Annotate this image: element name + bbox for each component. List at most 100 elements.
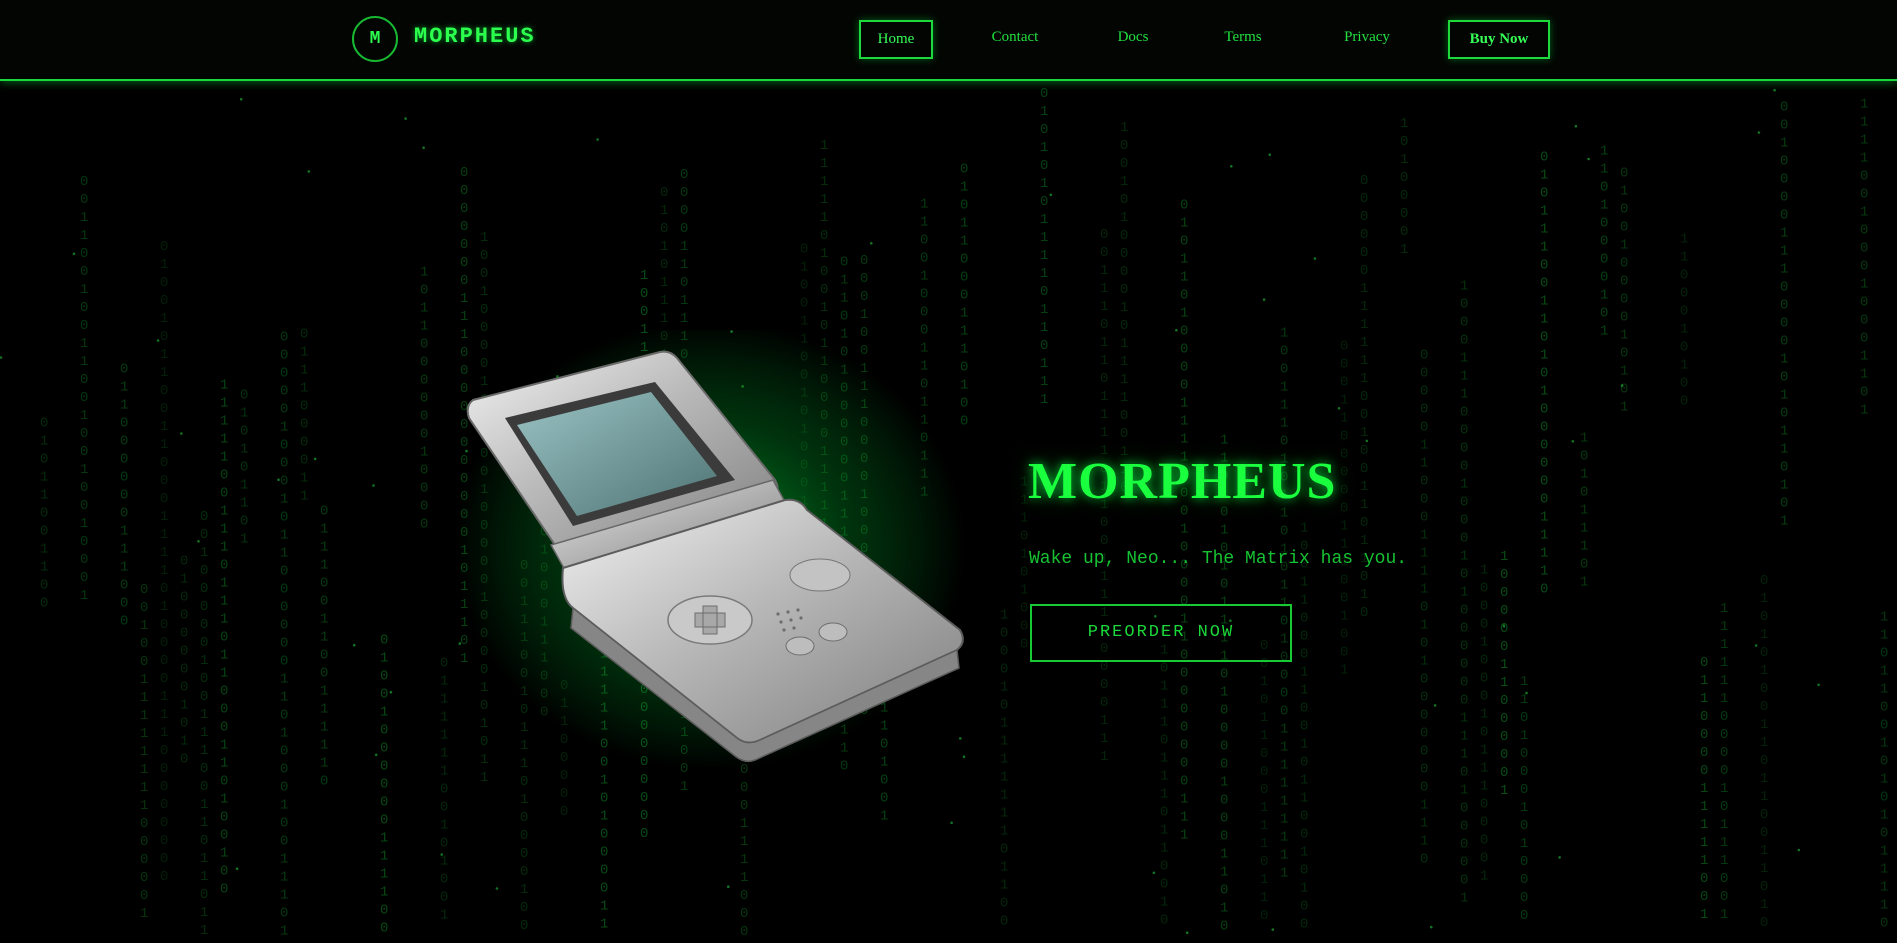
rain-column: 001000011100001010110101 [1780,100,1788,530]
rain-dot [235,867,239,870]
rain-dot [352,643,356,647]
nav-contact[interactable]: Contact [975,20,1055,55]
rain-column: 1100010100 [1680,231,1688,409]
preorder-now-button[interactable]: PREORDER NOW [1030,604,1292,662]
rain-dot [1571,440,1575,443]
rain-dot [1433,704,1437,707]
rain-column: 011111100101001 [440,655,448,923]
rain-dot [72,252,76,256]
rain-column: 010101101 [240,388,248,548]
rain-column: 0010011111111000001 [140,582,148,922]
rain-column: 0010110001110110 [1260,638,1268,924]
rain-column: 100101000010111100110 [1120,120,1128,496]
rain-column: 010000001010 [180,553,188,767]
rain-dot [1525,691,1528,695]
rain-dot [950,821,953,825]
brand-name[interactable]: MORPHEUS [414,24,536,49]
rain-dot [1574,124,1578,128]
rain-column: 010101011110110111 [1040,86,1048,408]
top-navigation-bar: M MORPHEUS Home Contact Docs Terms Priva… [0,0,1897,81]
rain-dot [1049,193,1053,197]
handheld-console-image [455,330,965,770]
rain-column: 01011001100 [40,415,48,611]
rain-dot [239,97,243,101]
rain-dot [1754,644,1758,647]
rain-dot [596,138,599,141]
rain-column: 01010100110110011010 [1760,573,1768,931]
rain-dot [1271,928,1275,931]
rain-column: 010110100001111000100001100000000111 [1180,197,1188,843]
nav-home[interactable]: Home [859,20,933,59]
rain-column: 100010111111101100 [1000,608,1008,930]
rain-column: 10000011000001 [1500,549,1508,799]
rain-dot [1502,624,1506,627]
rain-dot [0,356,3,359]
rain-column: 101011101 [1580,431,1588,591]
rain-dot [1152,871,1156,875]
rain-dot [197,540,200,543]
buy-now-button[interactable]: Buy Now [1448,20,1550,59]
rain-column: 11111001110111011000110100100 [220,378,228,898]
rain-dot [440,853,444,856]
rain-column: 111111000010111001 [1720,601,1728,923]
rain-column: 011000000111000 [120,361,128,629]
nav-docs[interactable]: Docs [1103,20,1163,55]
rain-column: 10011000110010110010100 [1300,521,1308,933]
rain-dot [1558,856,1561,859]
rain-column: 101100000010000 [420,264,428,532]
rain-dot [495,887,499,890]
rain-column: 0111000011 [300,326,308,504]
rain-column: 011000011111001 [1700,655,1708,923]
rain-dot [156,339,160,342]
nav-privacy[interactable]: Privacy [1322,20,1412,55]
rain-dot [1185,931,1189,934]
rain-dot [1337,407,1341,410]
rain-column: 01001000000111100 [380,632,388,936]
hero-subtitle: Wake up, Neo... The Matrix has you. [1029,549,1408,569]
rain-column: 11010000101 [1600,143,1608,339]
rain-dot [313,457,317,461]
rain-column: 0001100000111001001 [1340,339,1348,679]
rain-column: 11010001010000 [1520,674,1528,924]
rain-dot [1620,384,1624,387]
rain-column: 10001110000100010100000011101000001 [1460,279,1468,907]
rain-column: 0000010001011000000110100010011101 [280,329,288,939]
rain-dot [374,753,378,757]
rain-dot [1587,157,1590,161]
hero-title: MORPHEUS [1028,453,1337,510]
rain-dot [372,484,375,487]
rain-dot [1430,925,1433,929]
rain-dot [307,170,311,173]
rain-column: 110110010101011110 [1880,609,1888,931]
rain-dot [277,478,280,482]
rain-dot [727,885,730,888]
rain-dot [1230,165,1233,168]
rain-column: 111100100010001101 [1860,97,1868,419]
rain-column: 10100001 [1400,116,1408,258]
rain-dot [1757,131,1761,134]
rain-dot [1773,88,1776,92]
rain-dot [1262,298,1266,301]
rain-column: 0101110011010100000011110 [1540,149,1548,597]
rain-column: 010010110011000111101000011100000000 [160,239,168,885]
rain-column: 001100100110010010010001 [80,174,88,604]
rain-column: 100010001011100001 [1480,562,1488,884]
rain-column: 0111001100111110 [320,504,328,790]
rain-column: 01001000010101 [1620,166,1628,416]
rain-dot [1817,683,1820,687]
rain-dot [1313,257,1317,260]
rain-dot [404,117,407,120]
logo-badge[interactable]: M [352,16,398,62]
rain-column: 001000001001110011011011 [200,509,208,939]
rain-dot [180,432,183,435]
rain-dot [389,690,393,694]
rain-column: 01011101110110010 [1160,625,1168,929]
rain-dot [1175,328,1178,332]
rain-dot [870,242,873,245]
nav-terms[interactable]: Terms [1208,20,1278,55]
rain-dot [1797,848,1801,852]
rain-column: 00000110001111010100000001110 [1420,348,1428,868]
rain-dot [1365,439,1369,443]
rain-dot [422,146,425,149]
rain-dot [1268,153,1272,156]
